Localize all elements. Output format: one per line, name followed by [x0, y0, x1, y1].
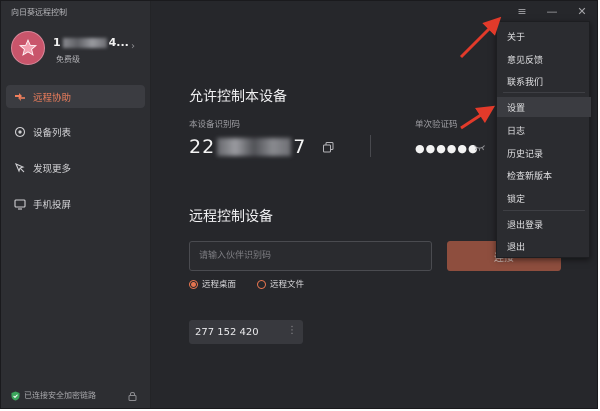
user-id[interactable]: 1 4...	[53, 36, 129, 49]
menu-item-contact[interactable]: 联系我们	[497, 71, 591, 91]
sidebar-item-remote-assist[interactable]: 远程协助	[6, 85, 145, 108]
partner-code-input[interactable]	[189, 241, 432, 271]
window-controls: ≡ — ✕	[515, 5, 589, 18]
copy-icon[interactable]	[323, 142, 334, 153]
sidebar-item-label: 手机投屏	[33, 199, 72, 211]
app-window: 向日葵远程控制 1 4... 免费级 › 远程协助 设备列表 发现更多 手机投屏…	[0, 0, 598, 409]
main-menu-dropdown: 关于 意见反馈 联系我们 设置 日志 历史记录 检查新版本 锁定 退出登录 退出	[496, 21, 591, 258]
menu-divider	[503, 92, 585, 93]
secure-connection-status: 已连接安全加密链路	[11, 390, 96, 401]
remote-control-title: 远程控制设备	[189, 209, 273, 225]
user-level: 免费级	[56, 55, 80, 64]
menu-item-log[interactable]: 日志	[497, 120, 591, 140]
one-time-password: ●●●●●●	[415, 142, 479, 155]
user-id-prefix: 1	[53, 36, 61, 49]
allow-control-title: 允许控制本设备	[189, 89, 287, 105]
menu-item-feedback[interactable]: 意见反馈	[497, 49, 591, 69]
radio-selected-icon	[189, 279, 198, 289]
radio-unselected-icon	[257, 279, 266, 289]
remote-assist-icon	[14, 91, 26, 103]
app-title: 向日葵远程控制	[11, 8, 67, 17]
recent-connection-code: 277 152 420	[195, 326, 259, 338]
minimize-icon[interactable]: —	[545, 5, 559, 18]
menu-item-lock[interactable]: 锁定	[497, 188, 591, 208]
menu-item-check-update[interactable]: 检查新版本	[497, 165, 591, 185]
user-id-redacted	[62, 37, 107, 48]
divider	[370, 135, 371, 157]
close-icon[interactable]: ✕	[575, 5, 589, 18]
menu-item-history[interactable]: 历史记录	[497, 143, 591, 163]
recent-connection[interactable]: 277 152 420 ⋮	[189, 320, 303, 344]
menu-item-settings[interactable]: 设置	[497, 97, 591, 117]
sidebar-item-discover[interactable]: 发现更多	[6, 156, 145, 179]
user-id-suffix: 4...	[108, 36, 129, 49]
device-code-prefix: 22	[189, 136, 216, 158]
screen-cast-icon	[14, 198, 26, 210]
sidebar-item-screen-cast[interactable]: 手机投屏	[6, 192, 145, 215]
sidebar: 向日葵远程控制 1 4... 免费级 › 远程协助 设备列表 发现更多 手机投屏…	[1, 1, 151, 408]
radio-label: 远程文件	[270, 280, 305, 290]
sidebar-item-label: 远程协助	[33, 92, 72, 104]
menu-item-about[interactable]: 关于	[497, 26, 591, 46]
menu-item-logout[interactable]: 退出登录	[497, 214, 591, 234]
password-label: 单次验证码	[415, 120, 458, 130]
sidebar-item-device-list[interactable]: 设备列表	[6, 120, 145, 143]
lock-icon[interactable]	[128, 391, 137, 401]
menu-divider	[503, 210, 585, 211]
device-code-label: 本设备识别码	[189, 120, 241, 130]
device-code: 22 7	[189, 136, 306, 158]
discover-icon	[14, 162, 26, 174]
avatar[interactable]	[11, 31, 45, 65]
radio-label: 远程桌面	[202, 280, 237, 290]
shield-check-icon	[11, 391, 20, 400]
sidebar-item-label: 发现更多	[33, 163, 72, 175]
star-icon	[18, 38, 38, 56]
more-vertical-icon[interactable]: ⋮	[287, 325, 297, 336]
device-code-suffix: 7	[293, 136, 307, 158]
sidebar-item-label: 设备列表	[33, 127, 72, 139]
menu-item-exit[interactable]: 退出	[497, 236, 591, 256]
device-list-icon	[14, 126, 26, 138]
eye-closed-icon[interactable]	[474, 144, 485, 151]
radio-remote-file[interactable]: 远程文件	[257, 278, 304, 290]
secure-status-text: 已连接安全加密链路	[24, 391, 96, 400]
menu-icon[interactable]: ≡	[515, 5, 529, 18]
device-code-redacted	[217, 138, 292, 156]
radio-remote-desktop[interactable]: 远程桌面	[189, 278, 236, 290]
chevron-right-icon[interactable]: ›	[131, 41, 135, 52]
